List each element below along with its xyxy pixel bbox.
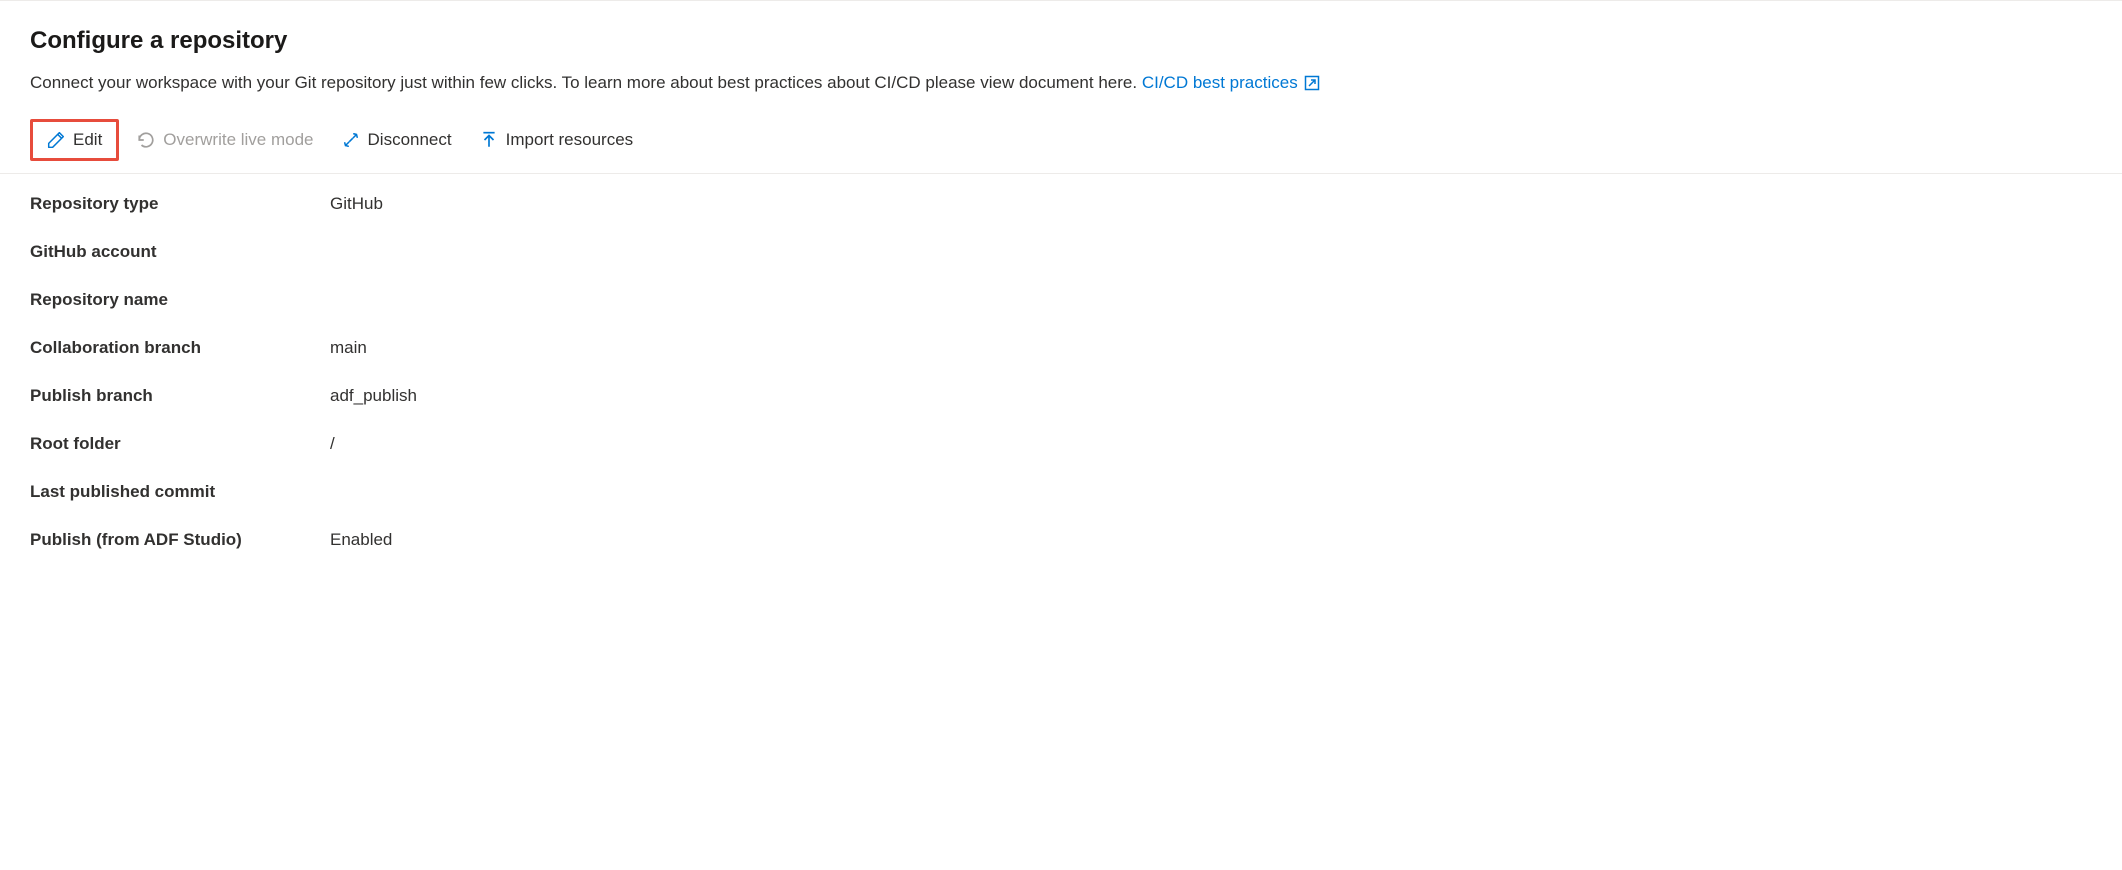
page-description: Connect your workspace with your Git rep… xyxy=(30,71,2092,95)
last-published-value xyxy=(330,482,2092,502)
repo-type-value: GitHub xyxy=(330,194,2092,214)
toolbar: Edit Overwrite live mode Disconnect xyxy=(0,119,2122,174)
overwrite-live-mode-button: Overwrite live mode xyxy=(127,124,323,156)
link-text: CI/CD best practices xyxy=(1142,71,1298,95)
disconnect-button[interactable]: Disconnect xyxy=(332,124,462,156)
import-label: Import resources xyxy=(506,130,634,150)
refresh-icon xyxy=(137,131,155,149)
publish-branch-value: adf_publish xyxy=(330,386,2092,406)
cicd-best-practices-link[interactable]: CI/CD best practices xyxy=(1142,71,1320,95)
disconnect-label: Disconnect xyxy=(368,130,452,150)
github-account-label: GitHub account xyxy=(30,242,330,262)
publish-from-studio-value: Enabled xyxy=(330,530,2092,550)
import-resources-button[interactable]: Import resources xyxy=(470,124,644,156)
configure-repository-panel: Configure a repository Connect your work… xyxy=(0,0,2122,580)
repo-name-value xyxy=(330,290,2092,310)
collab-branch-value: main xyxy=(330,338,2092,358)
last-published-label: Last published commit xyxy=(30,482,330,502)
external-link-icon xyxy=(1304,75,1320,91)
repository-details: Repository type GitHub GitHub account Re… xyxy=(30,194,2092,550)
overwrite-label: Overwrite live mode xyxy=(163,130,313,150)
publish-from-studio-label: Publish (from ADF Studio) xyxy=(30,530,330,550)
page-title: Configure a repository xyxy=(30,27,2092,55)
pencil-icon xyxy=(47,131,65,149)
repo-name-label: Repository name xyxy=(30,290,330,310)
github-account-value xyxy=(330,242,2092,262)
root-folder-label: Root folder xyxy=(30,434,330,454)
publish-branch-label: Publish branch xyxy=(30,386,330,406)
edit-button[interactable]: Edit xyxy=(37,124,112,156)
edit-highlight: Edit xyxy=(30,119,119,161)
collab-branch-label: Collaboration branch xyxy=(30,338,330,358)
root-folder-value: / xyxy=(330,434,2092,454)
edit-label: Edit xyxy=(73,130,102,150)
description-text: Connect your workspace with your Git rep… xyxy=(30,73,1137,92)
disconnect-icon xyxy=(342,131,360,149)
import-icon xyxy=(480,131,498,149)
repo-type-label: Repository type xyxy=(30,194,330,214)
